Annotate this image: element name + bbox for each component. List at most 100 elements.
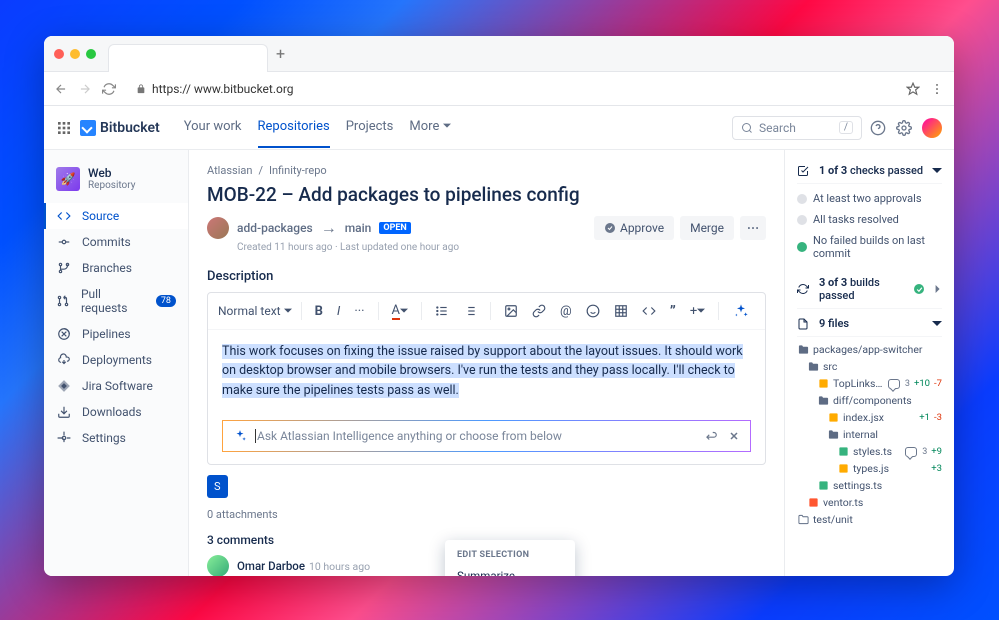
file-tree-item[interactable]: diff/components: [797, 392, 942, 409]
sidebar-item-jira-software[interactable]: Jira Software: [44, 373, 188, 399]
check-circle-icon: [604, 222, 616, 234]
nav-more[interactable]: More: [409, 107, 450, 148]
md-file-icon: [807, 497, 819, 508]
file-tree-item[interactable]: styles.ts3 +9: [797, 443, 942, 460]
star-icon[interactable]: [906, 82, 920, 96]
more-actions-button[interactable]: [740, 216, 766, 240]
sidebar-item-pull-requests[interactable]: Pull requests78: [44, 281, 188, 321]
user-avatar[interactable]: [922, 118, 942, 138]
bold-icon[interactable]: B: [311, 301, 327, 322]
ai-icon[interactable]: [728, 300, 754, 322]
mention-icon[interactable]: @: [556, 301, 576, 322]
image-icon[interactable]: [500, 301, 522, 321]
text-color-icon[interactable]: A: [388, 300, 412, 323]
editor-body[interactable]: This work focuses on fixing the issue ra…: [208, 330, 765, 412]
pipe-icon: [56, 327, 72, 341]
file-tree-item[interactable]: test/unit: [797, 511, 942, 528]
sidebar-item-label: Branches: [82, 261, 132, 275]
table-icon[interactable]: [610, 301, 632, 321]
help-icon[interactable]: [870, 120, 886, 136]
link-icon[interactable]: [528, 301, 550, 321]
ai-prompt-input[interactable]: Ask Atlassian Intelligence anything or c…: [222, 420, 751, 452]
file-tree-item[interactable]: TopLinks.js3 +10 -7: [797, 375, 942, 392]
quote-icon[interactable]: ”: [666, 299, 680, 323]
sidebar-item-downloads[interactable]: Downloads: [44, 399, 188, 425]
folder-open-icon: [817, 395, 829, 406]
product-logo[interactable]: Bitbucket: [80, 120, 160, 136]
sidebar-item-settings[interactable]: Settings: [44, 425, 188, 451]
commenter-avatar[interactable]: [207, 555, 229, 576]
maximize-window[interactable]: [86, 49, 96, 59]
arrow-icon: →: [321, 218, 337, 238]
checklist-icon: [797, 165, 809, 177]
italic-icon[interactable]: I: [333, 301, 344, 322]
ai-menu-summarize[interactable]: Summarize: [445, 564, 575, 576]
bullet-list-icon[interactable]: [431, 301, 453, 321]
builds-header[interactable]: 3 of 3 builds passed: [797, 272, 942, 309]
attachments-count[interactable]: 0 attachments: [207, 508, 766, 521]
branch-from[interactable]: add-packages: [237, 221, 313, 235]
content: 🚀 Web Repository SourceCommits Branches Pu…: [44, 150, 954, 576]
url-input[interactable]: https:// www.bitbucket.org: [126, 78, 896, 100]
author-avatar[interactable]: [207, 217, 229, 239]
nav-your-work[interactable]: Your work: [184, 107, 242, 148]
browser-menu-icon[interactable]: [930, 82, 944, 96]
app-switcher-icon[interactable]: [56, 120, 72, 136]
merge-button[interactable]: Merge: [680, 216, 734, 240]
sidebar-item-deployments[interactable]: Deployments: [44, 347, 188, 373]
ai-submit-icon[interactable]: [704, 429, 718, 443]
settings-top-icon[interactable]: [896, 120, 912, 136]
text-style-select[interactable]: Normal text: [218, 304, 292, 318]
file-tree-item[interactable]: internal: [797, 426, 942, 443]
commenter-name[interactable]: Omar Darboe: [237, 559, 305, 573]
nav-links: Your work Repositories Projects More: [184, 107, 451, 148]
global-search[interactable]: Search /: [732, 116, 862, 140]
file-tree-item[interactable]: types.js +3: [797, 460, 942, 477]
ai-menu-header: EDIT SELECTION: [445, 546, 575, 564]
file-tree-item[interactable]: index.jsx +1 -3: [797, 409, 942, 426]
close-window[interactable]: [54, 49, 64, 59]
file-name: src: [823, 360, 942, 373]
file-icon: [797, 318, 809, 330]
js-file-icon: [817, 378, 829, 389]
ai-placeholder: Ask Atlassian Intelligence anything or c…: [255, 429, 562, 443]
project-header[interactable]: 🚀 Web Repository: [44, 160, 188, 203]
chevron-right-icon: [934, 285, 942, 293]
nav-repositories[interactable]: Repositories: [258, 107, 330, 148]
file-tree-item[interactable]: packages/app-switcher: [797, 341, 942, 358]
js-file-icon: [837, 463, 849, 474]
file-name: test/unit: [813, 513, 942, 526]
sidebar-item-pipelines[interactable]: Pipelines: [44, 321, 188, 347]
file-tree-item[interactable]: src: [797, 358, 942, 375]
code-icon[interactable]: [638, 301, 660, 321]
checks-header[interactable]: 1 of 3 checks passed: [797, 160, 942, 184]
crumb-repo[interactable]: Infinity-repo: [269, 164, 327, 177]
crumb-project[interactable]: Atlassian: [207, 164, 252, 177]
new-tab-button[interactable]: +: [276, 44, 285, 63]
product-name: Bitbucket: [100, 120, 160, 136]
file-tree-item[interactable]: ventor.ts: [797, 494, 942, 511]
sidebar-item-source[interactable]: Source: [44, 203, 188, 229]
comment-bubble-icon: [905, 447, 917, 457]
file-tree-item[interactable]: settings.ts: [797, 477, 942, 494]
sidebar-item-commits[interactable]: Commits: [44, 229, 188, 255]
numbered-list-icon[interactable]: [459, 301, 481, 321]
badge: 78: [156, 295, 176, 307]
approve-button[interactable]: Approve: [594, 216, 674, 240]
nav-back-icon[interactable]: [54, 82, 68, 96]
more-format-icon[interactable]: ···: [350, 301, 368, 322]
save-button[interactable]: S: [207, 475, 228, 498]
minimize-window[interactable]: [70, 49, 80, 59]
tab-strip: +: [44, 36, 954, 72]
branch-to[interactable]: main: [345, 221, 372, 235]
nav-projects[interactable]: Projects: [346, 107, 394, 148]
files-header[interactable]: 9 files: [797, 313, 942, 337]
insert-icon[interactable]: +: [686, 301, 709, 322]
sidebar-item-label: Downloads: [82, 405, 142, 419]
browser-tab[interactable]: [108, 44, 268, 72]
nav-refresh-icon[interactable]: [102, 82, 116, 96]
emoji-icon[interactable]: [582, 301, 604, 321]
sidebar-item-branches[interactable]: Branches: [44, 255, 188, 281]
ai-close-icon[interactable]: [728, 430, 740, 442]
pr-header: add-packages → main OPEN Approve Merge: [207, 216, 766, 240]
